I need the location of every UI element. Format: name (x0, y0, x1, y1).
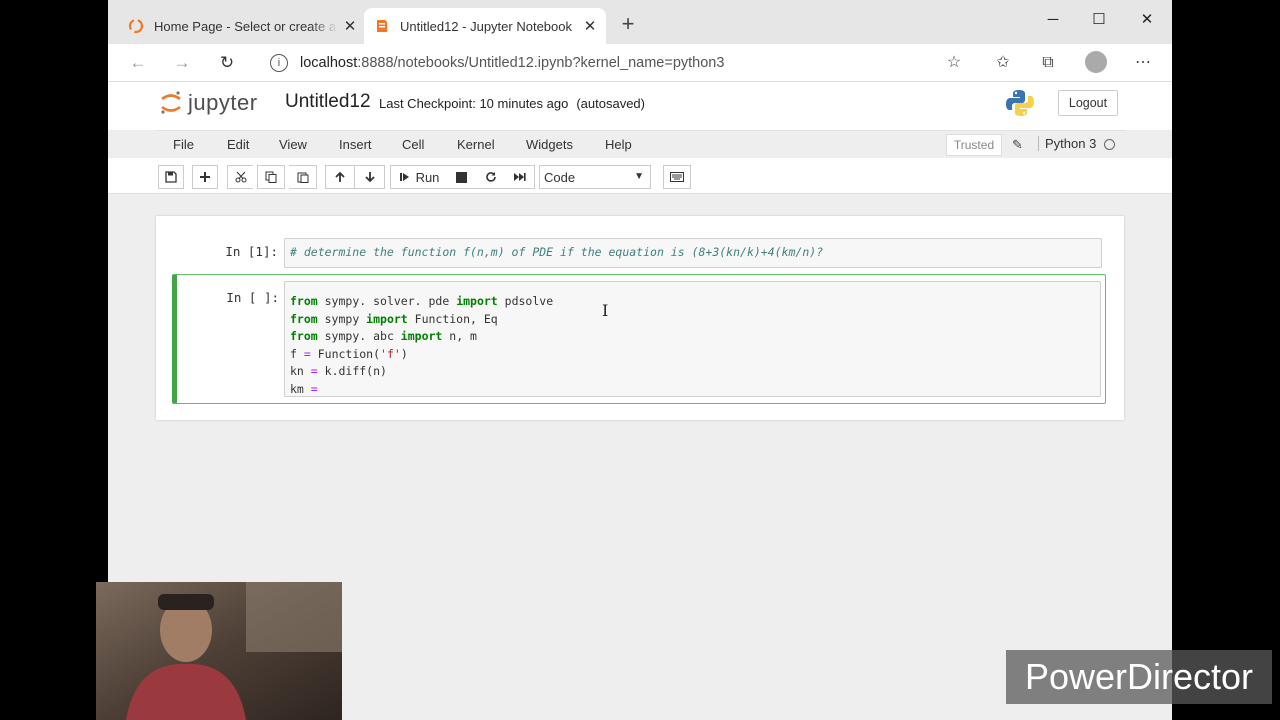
menu-help[interactable]: Help (605, 137, 632, 152)
new-tab-button[interactable]: + (616, 12, 640, 36)
notebook-toolbar: Run Code ▼ (108, 158, 1172, 194)
jupyter-header: jupyter Untitled12 Last Checkpoint: 10 m… (108, 82, 1172, 130)
notebook-favicon-icon (377, 20, 387, 32)
menu-file[interactable]: File (173, 137, 194, 152)
text-cursor-icon: I (602, 301, 609, 320)
copy-icon (265, 171, 277, 183)
tab-home-page[interactable]: Home Page - Select or create a n ✕ (118, 8, 366, 44)
jupyter-logo-icon (161, 91, 181, 114)
cell-type-select[interactable]: Code ▼ (539, 165, 651, 189)
paste-icon (297, 172, 308, 183)
more-menu-icon[interactable]: ⋯ (1132, 52, 1154, 74)
close-tab-icon[interactable]: ✕ (578, 17, 602, 35)
favorites-icon[interactable]: ✩ (992, 52, 1014, 74)
menu-widgets[interactable]: Widgets (526, 137, 573, 152)
logout-button[interactable]: Logout (1058, 90, 1118, 116)
edit-mode-pencil-icon: ✎ (1012, 137, 1023, 152)
save-button[interactable] (158, 165, 184, 189)
reload-button[interactable]: ↻ (215, 51, 239, 75)
paste-button[interactable] (289, 165, 317, 189)
menu-edit[interactable]: Edit (227, 137, 249, 152)
scissors-icon (235, 171, 246, 183)
jupyter-favicon-icon (128, 18, 144, 34)
code-cell-1[interactable]: In [1]: # determine the function f(n,m) … (172, 236, 1106, 268)
copy-button[interactable] (257, 165, 285, 189)
autosave-text: (autosaved) (576, 96, 645, 111)
fast-forward-icon (514, 173, 526, 181)
webcam-image (96, 582, 342, 720)
run-button[interactable]: Run (390, 165, 448, 189)
plus-icon (200, 172, 210, 182)
arrow-up-icon (335, 171, 345, 182)
jupyter-wordmark: jupyter (188, 90, 258, 115)
trusted-indicator[interactable]: Trusted (946, 134, 1002, 156)
tab-title: Untitled12 - Jupyter Notebook (400, 18, 572, 34)
menu-insert[interactable]: Insert (339, 137, 372, 152)
input-prompt: In [1]: (225, 244, 278, 259)
minimize-button[interactable]: ─ (1030, 4, 1076, 34)
tab-title: Home Page - Select or create a n (154, 18, 338, 34)
notebook-menubar: File Edit View Insert Cell Kernel Widget… (156, 130, 1126, 158)
checkpoint-status: Last Checkpoint: 10 minutes ago (autosave… (379, 96, 645, 111)
close-tab-icon[interactable]: ✕ (338, 17, 362, 35)
restart-icon (485, 172, 496, 182)
back-button[interactable]: ← (126, 51, 150, 75)
keyboard-icon (670, 172, 684, 182)
url-field[interactable]: i localhost:8888/notebooks/Untitled12.ip… (256, 49, 986, 77)
interrupt-button[interactable] (447, 165, 477, 189)
cell-type-value: Code (544, 169, 576, 185)
powerdirector-watermark: PowerDirector (1006, 650, 1272, 704)
menu-view[interactable]: View (279, 137, 307, 152)
cell-code: # determine the function f(n,m) of PDE i… (290, 244, 823, 262)
run-label: Run (415, 169, 440, 185)
cell-code: from sympy. solver. pde import pdsolve f… (290, 294, 554, 396)
arrow-down-icon (364, 172, 375, 183)
command-palette-button[interactable] (663, 165, 691, 189)
input-prompt: In [ ]: (226, 290, 279, 305)
profile-avatar[interactable] (1085, 51, 1107, 73)
code-comment: # determine the function f(n,m) of PDE i… (290, 245, 824, 259)
stop-icon (456, 171, 467, 183)
url-path: :8888/notebooks/Untitled12.ipynb?kernel_… (357, 55, 725, 71)
insert-cell-button[interactable] (192, 165, 218, 189)
menu-kernel[interactable]: Kernel (457, 137, 495, 152)
restart-run-all-button[interactable] (505, 165, 535, 189)
address-bar: ← → ↻ i localhost:8888/notebooks/Untitle… (108, 44, 1172, 82)
close-window-button[interactable]: ✕ (1124, 4, 1170, 34)
url-text: localhost:8888/notebooks/Untitled12.ipyn… (300, 55, 724, 71)
cut-button[interactable] (227, 165, 253, 189)
step-forward-icon (399, 173, 409, 181)
collections-icon[interactable]: ⧉ (1037, 52, 1059, 74)
move-up-button[interactable] (325, 165, 355, 189)
kernel-idle-icon (1104, 139, 1115, 150)
move-down-button[interactable] (355, 165, 385, 189)
maximize-button[interactable]: ☐ (1076, 4, 1122, 34)
tab-untitled12[interactable]: Untitled12 - Jupyter Notebook ✕ (364, 8, 606, 44)
site-info-icon[interactable]: i (270, 54, 288, 72)
jupyter-logo[interactable]: jupyter (160, 90, 258, 116)
checkpoint-text: Last Checkpoint: 10 minutes ago (379, 96, 569, 111)
notebook-container: In [1]: # determine the function f(n,m) … (156, 216, 1124, 420)
code-cell-2-selected[interactable]: In [ ]: from sympy. solver. pde import p… (172, 274, 1106, 404)
menu-cell[interactable]: Cell (402, 137, 424, 152)
cell-editor[interactable]: # determine the function f(n,m) of PDE i… (284, 238, 1102, 268)
webcam-overlay (96, 582, 342, 720)
notebook-name[interactable]: Untitled12 (285, 91, 371, 113)
save-icon (165, 171, 177, 183)
add-favorite-icon[interactable]: ☆ (943, 52, 965, 74)
url-host: localhost (300, 55, 358, 71)
kernel-name[interactable]: Python 3 (1038, 136, 1096, 151)
cell-editor[interactable]: from sympy. solver. pde import pdsolve f… (284, 281, 1101, 397)
tab-strip: Home Page - Select or create a n ✕ Untit… (108, 0, 1172, 44)
restart-kernel-button[interactable] (476, 165, 506, 189)
forward-button[interactable]: → (170, 51, 194, 75)
python-logo-icon (1006, 90, 1034, 116)
chevron-down-icon: ▼ (634, 171, 644, 182)
